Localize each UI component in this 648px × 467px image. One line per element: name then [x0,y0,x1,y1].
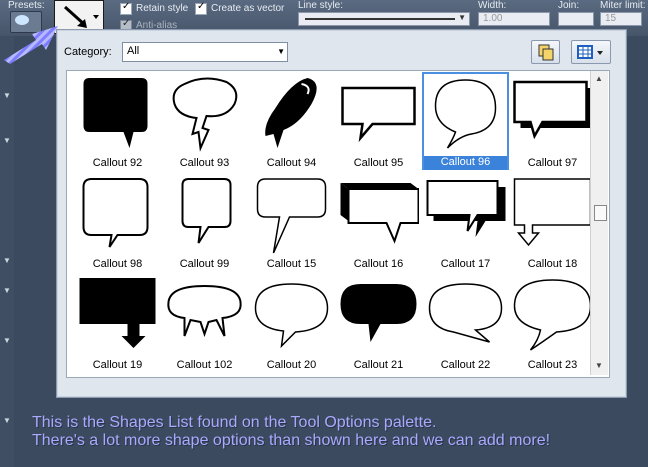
collapse-arrow-icon: ▼ [3,416,11,425]
callout-18-shape [513,178,592,247]
shapes-list-dialog: Category: All ▼ Callout 92 Callout 93 Ca… [56,29,627,398]
shape-item[interactable]: Callout 20 [248,274,335,375]
caption-line-1: This is the Shapes List found on the Too… [32,414,437,431]
shape-label: Callout 15 [266,258,317,270]
callout-96-shape [434,79,497,149]
collapse-arrow-icon: ▼ [3,256,11,265]
shapes-list-scrollbar[interactable]: ▲ ▼ [590,71,608,375]
callout-21-shape [340,284,417,342]
miter-limit-field[interactable]: 15 [600,12,642,26]
chevron-down-icon: ▼ [277,47,285,56]
shape-label: Callout 22 [440,359,491,371]
scroll-down-icon[interactable]: ▼ [595,361,603,370]
width-value: 1.00 [483,13,503,24]
shape-item[interactable]: Callout 94 [248,72,335,173]
scrollbar-thumb[interactable] [594,205,607,221]
category-label: Category: [64,46,112,58]
shape-label: Callout 94 [266,157,317,169]
copy-icon [538,44,554,61]
shape-label: Callout 23 [527,359,578,371]
join-dropdown[interactable] [558,12,594,26]
shape-item[interactable]: Callout 18 [509,173,596,274]
grid-view-icon [577,45,603,59]
collapse-arrow-icon: ▼ [3,286,11,295]
shape-label: Callout 20 [266,359,317,371]
shape-item[interactable]: Callout 93 [161,72,248,173]
collapse-arrow-icon: ▼ [3,91,11,100]
shape-item[interactable]: Callout 92 [74,72,161,173]
width-label: Width: [478,0,507,11]
shape-label: Callout 96 [424,156,507,170]
shape-item[interactable]: Callout 102 [161,274,248,375]
collapse-arrow-icon: ▼ [3,336,11,345]
shape-label: Callout 102 [176,359,233,371]
scroll-up-icon[interactable]: ▲ [595,74,603,83]
shape-label: Callout 21 [353,359,404,371]
shape-label: Callout 92 [92,157,143,169]
shape-item[interactable]: Callout 17 [422,173,509,274]
shape-item[interactable]: Callout 98 [74,173,161,274]
create-as-vector-label: Create as vector [211,3,285,14]
shape-item[interactable]: Callout 21 [335,274,422,375]
callout-22-shape [428,283,503,343]
line-style-dropdown[interactable]: ▼ [298,12,470,26]
shape-label: Callout 93 [179,157,230,169]
shape-label: Callout 98 [92,258,143,270]
copy-shapes-button[interactable] [531,40,560,64]
retain-style-label: Retain style [136,3,189,14]
callout-93-shape [172,77,238,152]
callout-19-shape [79,278,156,348]
shape-label: Callout 99 [179,258,230,270]
shape-item[interactable]: Callout 99 [161,173,248,274]
shape-label: Callout 18 [527,258,578,270]
callout-17-shape [426,180,506,237]
callout-97-shape [513,80,593,140]
shape-item[interactable]: Callout 95 [335,72,422,173]
retain-style-checkbox[interactable] [120,1,132,15]
shape-label: Callout 17 [440,258,491,270]
shape-label: Callout 97 [527,157,578,169]
chevron-down-icon: ▼ [458,13,466,22]
miter-limit-label: Miter limit: [600,0,646,11]
line-style-label: Line style: [298,0,344,11]
callout-15-shape [256,178,327,254]
caption-line-2: There's a lot more shape options than sh… [32,432,551,449]
create-as-vector-checkbox[interactable] [195,1,207,15]
shape-item[interactable]: Callout 15 [248,173,335,274]
view-options-button[interactable] [571,40,611,64]
shape-item[interactable]: Callout 16 [335,173,422,274]
shape-item-selected[interactable]: Callout 96 [422,72,509,173]
callout-92-shape [83,78,148,148]
callout-20-shape [254,283,329,349]
category-value: All [127,45,140,57]
left-panel-strip: ▼ ▼ ▼ ▼ ▼ ▼ [0,36,14,467]
callout-99-shape [181,178,232,244]
callout-102-shape [167,284,242,338]
miter-limit-value: 15 [605,13,617,24]
shape-label: Callout 95 [353,157,404,169]
shape-item[interactable]: Callout 19 [74,274,161,375]
shape-item[interactable]: Callout 22 [422,274,509,375]
callout-98-shape [82,178,149,248]
join-label: Join: [558,0,580,11]
shape-label: Callout 16 [353,258,404,270]
shape-label: Callout 19 [92,359,143,371]
shape-item[interactable]: Callout 23 [509,274,596,375]
presets-label: Presets: [8,0,45,11]
shapes-list[interactable]: Callout 92 Callout 93 Callout 94 Callout… [66,70,610,378]
callout-23-shape [513,279,592,351]
category-dropdown[interactable]: All ▼ [122,42,288,62]
callout-16-shape [340,183,419,244]
collapse-arrow-icon: ▼ [3,136,11,145]
shape-item[interactable]: Callout 97 [509,72,596,173]
callout-95-shape [341,86,416,143]
callout-94-shape [265,78,317,148]
width-field[interactable]: 1.00 [478,12,550,26]
